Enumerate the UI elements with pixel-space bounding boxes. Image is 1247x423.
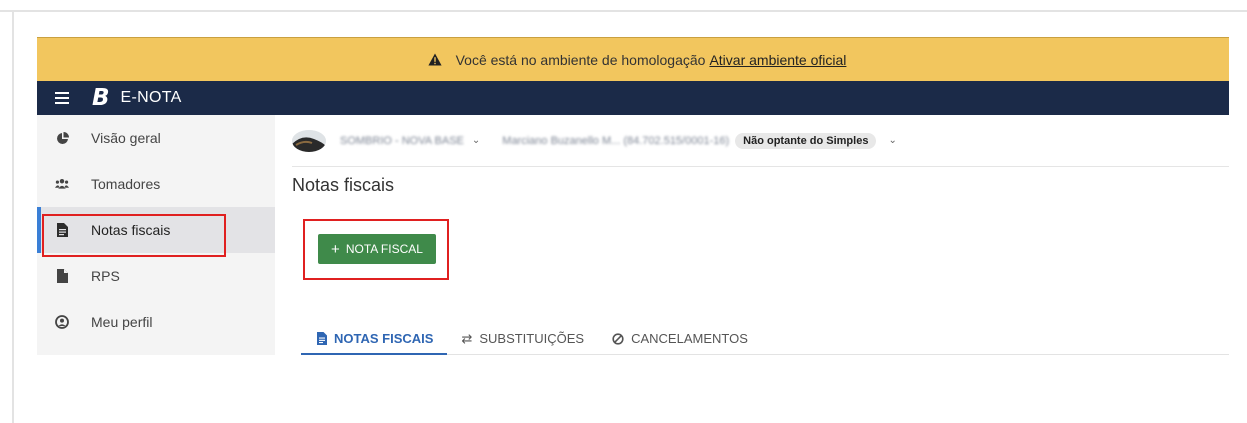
- ban-icon: [612, 332, 624, 345]
- sidebar-item-meu-perfil[interactable]: Meu perfil: [37, 299, 275, 345]
- company-selector[interactable]: SOMBRIO - NOVA BASE: [340, 135, 464, 147]
- environment-banner: Você está no ambiente de homologação Ati…: [37, 37, 1229, 81]
- page-title: Notas fiscais: [292, 175, 395, 195]
- chevron-down-icon[interactable]: ⌄: [472, 135, 480, 146]
- company-avatar[interactable]: [292, 129, 326, 152]
- swap-icon: ⇄: [461, 330, 473, 346]
- menu-icon[interactable]: [55, 92, 69, 104]
- sidebar-item-label: Visão geral: [91, 130, 161, 146]
- brand-name: E-NOTA: [120, 89, 182, 106]
- tab-label: NOTAS FISCAIS: [334, 330, 434, 346]
- file-icon: [55, 269, 69, 283]
- user-circle-icon: [55, 315, 69, 329]
- highlight-box-button: [303, 219, 449, 280]
- users-icon: [55, 177, 69, 191]
- activate-official-link[interactable]: Ativar ambiente oficial: [709, 52, 846, 68]
- sidebar-item-tomadores[interactable]: Tomadores: [37, 161, 275, 207]
- sidebar-item-label: Tomadores: [91, 176, 161, 192]
- tab-label: CANCELAMENTOS: [631, 331, 748, 346]
- chevron-down-icon[interactable]: ⌄: [888, 135, 896, 146]
- notes-tabs: NOTAS FISCAIS ⇄ SUBSTITUIÇÕES CANCELAMEN…: [301, 323, 1229, 355]
- app-window: Você está no ambiente de homologação Ati…: [37, 37, 1229, 355]
- warning-icon: [427, 53, 442, 66]
- sidebar-item-label: Meu perfil: [91, 314, 153, 330]
- sidebar-item-label: RPS: [91, 268, 120, 284]
- top-navbar: B E-NOTA: [37, 81, 1229, 115]
- tab-notas-fiscais[interactable]: NOTAS FISCAIS: [301, 323, 448, 355]
- screenshot-frame-left: [12, 10, 14, 423]
- highlight-box-sidebar: [42, 214, 226, 257]
- file-text-icon: [317, 331, 327, 345]
- screenshot-frame-top: [0, 10, 1247, 12]
- taxpayer-selector[interactable]: Marciano Buzanello M... (84.702.515/0001…: [502, 135, 729, 147]
- tax-regime-badge: Não optante do Simples: [735, 132, 877, 149]
- sidebar-item-rps[interactable]: RPS: [37, 253, 275, 299]
- tab-cancelamentos[interactable]: CANCELAMENTOS: [598, 323, 762, 354]
- context-bar: SOMBRIO - NOVA BASE ⌄ Marciano Buzanello…: [292, 115, 1229, 167]
- sidebar-item-visao-geral[interactable]: Visão geral: [37, 115, 275, 161]
- tab-label: SUBSTITUIÇÕES: [479, 331, 585, 346]
- logo[interactable]: B: [92, 86, 110, 110]
- banner-message: Você está no ambiente de homologação: [455, 51, 706, 68]
- pie-chart-icon: [55, 131, 69, 145]
- tab-substituicoes[interactable]: ⇄ SUBSTITUIÇÕES: [447, 323, 598, 354]
